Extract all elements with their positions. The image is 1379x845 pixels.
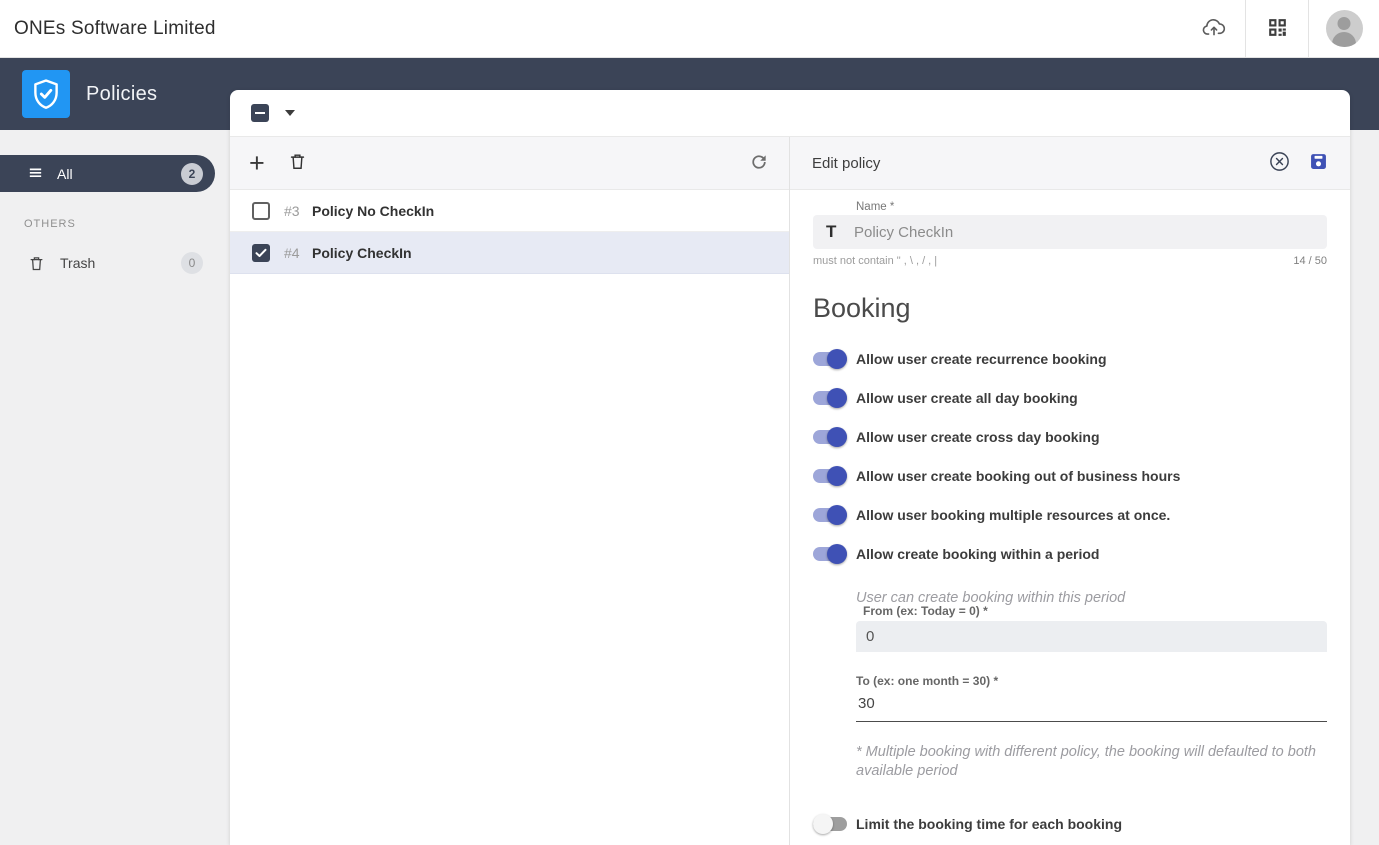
topbar-actions <box>1183 0 1379 57</box>
refresh-icon <box>749 152 769 175</box>
close-button[interactable] <box>1268 150 1291 176</box>
content-card: + <box>230 90 1350 845</box>
row-checkbox[interactable] <box>252 244 270 262</box>
toggle-row: Allow user create recurrence booking <box>813 349 1327 369</box>
toggle-label: Allow user create cross day booking <box>856 429 1100 445</box>
cloud-upload-icon <box>1201 14 1227 43</box>
from-field-label: From (ex: Today = 0) * <box>863 604 1327 618</box>
delete-policy-button[interactable] <box>288 152 307 174</box>
toggle-row: Allow create booking within a period <box>813 544 1327 564</box>
section-title-booking: Booking <box>813 293 1327 324</box>
policy-name: Policy No CheckIn <box>312 203 434 219</box>
toggle-row: Limit the booking time for each booking <box>813 814 1327 834</box>
shield-check-icon <box>22 70 70 118</box>
edit-policy-panel: Edit policy <box>790 137 1350 845</box>
plus-icon: + <box>249 153 265 173</box>
toggle-row: Allow user create booking out of busines… <box>813 466 1327 486</box>
toggle-cross-day-booking[interactable] <box>813 427 847 447</box>
edit-panel-header: Edit policy <box>790 137 1350 190</box>
sidebar: All 2 OTHERS Trash 0 <box>0 130 230 845</box>
period-settings: User can create booking within this peri… <box>856 591 1327 781</box>
select-all-checkbox[interactable] <box>251 104 269 122</box>
cloud-upload-button[interactable] <box>1183 0 1245 57</box>
user-avatar[interactable] <box>1326 10 1363 47</box>
list-icon <box>27 165 44 182</box>
toggle-label: Limit the booking time for each booking <box>856 816 1122 832</box>
text-type-icon: T <box>823 222 854 242</box>
edit-form: Name * T Policy CheckIn must not contain… <box>790 190 1350 845</box>
toggle-label: Allow user create all day booking <box>856 390 1078 406</box>
policy-name: Policy CheckIn <box>312 245 412 261</box>
to-input-value: 30 <box>858 695 875 712</box>
qr-scan-icon <box>1265 15 1290 43</box>
toggle-all-day-booking[interactable] <box>813 388 847 408</box>
toggle-label: Allow create booking within a period <box>856 546 1099 562</box>
toggle-booking-within-period[interactable] <box>813 544 847 564</box>
chevron-down-icon[interactable] <box>285 110 295 116</box>
panel-title: Edit policy <box>812 155 880 172</box>
selection-toolbar <box>230 90 1350 137</box>
toggle-out-of-business-hours[interactable] <box>813 466 847 486</box>
policy-id: #4 <box>284 245 308 261</box>
add-policy-button[interactable]: + <box>249 153 265 173</box>
sidebar-item-label: All <box>57 166 73 182</box>
char-counter: 14 / 50 <box>1293 255 1327 267</box>
count-badge: 0 <box>181 252 203 274</box>
policy-row-4[interactable]: #4 Policy CheckIn <box>230 232 789 274</box>
check-icon <box>253 245 269 266</box>
policy-id: #3 <box>284 203 308 219</box>
sidebar-item-all[interactable]: All 2 <box>0 155 215 192</box>
toggle-label: Allow user booking multiple resources at… <box>856 507 1170 523</box>
toggle-multiple-resources[interactable] <box>813 505 847 525</box>
trash-icon <box>288 152 307 174</box>
from-input[interactable]: 0 <box>856 621 1327 652</box>
policy-row-3[interactable]: #3 Policy No CheckIn <box>230 190 789 232</box>
top-bar: ONEs Software Limited <box>0 0 1379 58</box>
toggle-limit-booking-time[interactable] <box>813 814 847 834</box>
toggle-row: Allow user booking multiple resources at… <box>813 505 1327 525</box>
toggle-label: Allow user create recurrence booking <box>856 351 1107 367</box>
name-input-value: Policy CheckIn <box>854 224 953 241</box>
sidebar-item-trash[interactable]: Trash 0 <box>0 246 215 280</box>
policy-list-panel: + <box>230 137 790 845</box>
list-actions-bar: + <box>230 137 789 190</box>
toggle-row: Allow user create all day booking <box>813 388 1327 408</box>
company-title: ONEs Software Limited <box>14 18 216 40</box>
trash-icon <box>28 255 45 272</box>
toggle-row: Allow user create cross day booking <box>813 427 1327 447</box>
toggle-recurrence-booking[interactable] <box>813 349 847 369</box>
save-floppy-icon <box>1308 151 1329 175</box>
name-input[interactable]: T Policy CheckIn <box>813 215 1327 249</box>
toggle-label: Allow user create booking out of busines… <box>856 468 1180 484</box>
sidebar-item-label: Trash <box>60 255 95 271</box>
row-checkbox[interactable] <box>252 202 270 220</box>
sidebar-section-label: OTHERS <box>24 218 230 230</box>
to-input[interactable]: 30 <box>856 688 1327 722</box>
qr-scan-button[interactable] <box>1246 0 1308 57</box>
period-note-text: * Multiple booking with different policy… <box>856 743 1327 781</box>
to-field-label: To (ex: one month = 30) * <box>856 674 1327 688</box>
close-circle-icon <box>1268 150 1291 176</box>
name-helper-text: must not contain " , \ , / , | <box>813 255 937 267</box>
from-input-value: 0 <box>866 628 874 645</box>
page-title: Policies <box>86 83 157 106</box>
name-field-label: Name * <box>856 201 1327 213</box>
refresh-button[interactable] <box>749 152 769 175</box>
count-badge: 2 <box>181 163 203 185</box>
save-button[interactable] <box>1308 151 1329 175</box>
